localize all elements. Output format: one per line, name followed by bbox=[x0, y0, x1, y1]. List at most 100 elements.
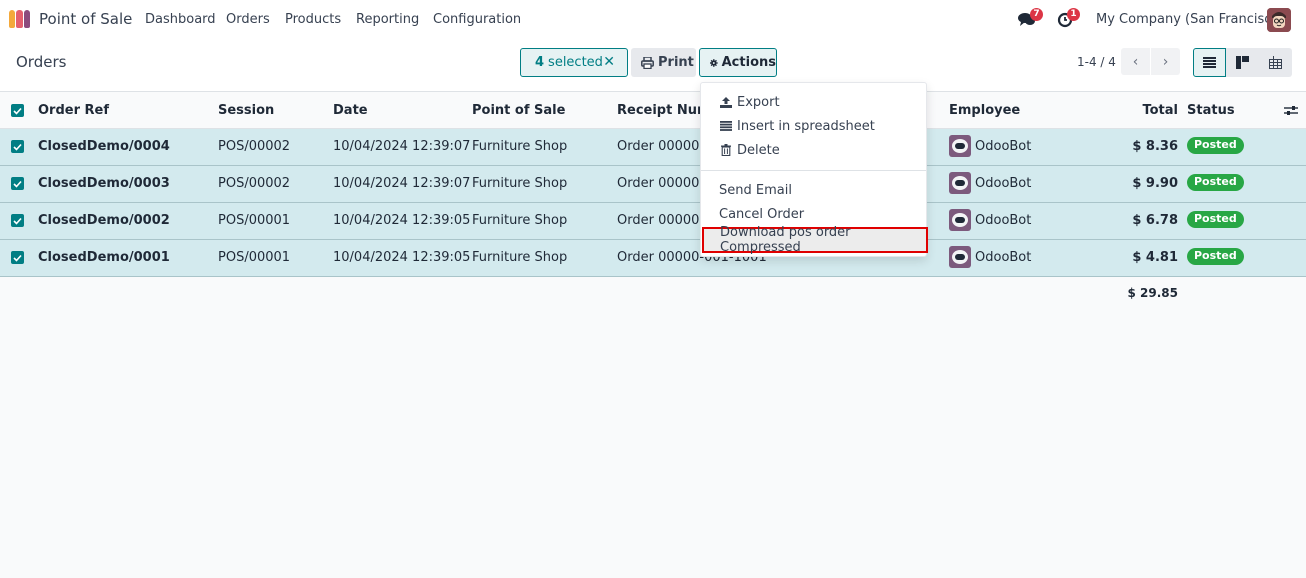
order-ref: ClosedDemo/0002 bbox=[38, 213, 170, 228]
robot-icon bbox=[952, 213, 968, 227]
menu-configuration[interactable]: Configuration bbox=[433, 12, 521, 27]
menu-item-cancel-order[interactable]: Cancel Order bbox=[701, 202, 926, 226]
total: $ 4.81 bbox=[1132, 250, 1178, 265]
chevron-left-icon: ‹ bbox=[1132, 53, 1139, 70]
table-footer: $ 29.85 bbox=[0, 277, 1306, 309]
menu-item-insert-in-spreadsheet[interactable]: Insert in spreadsheet bbox=[701, 114, 926, 138]
receipt-number: Order 00000-0 bbox=[617, 176, 713, 191]
column-header-employee[interactable]: Employee bbox=[949, 103, 1020, 118]
optional-columns-toggle[interactable] bbox=[1284, 104, 1298, 121]
employee: OdooBot bbox=[975, 213, 1032, 228]
row-checkbox[interactable] bbox=[11, 140, 24, 153]
sliders-icon bbox=[1284, 106, 1298, 115]
order-ref: ClosedDemo/0003 bbox=[38, 176, 170, 191]
chevron-right-icon: › bbox=[1162, 53, 1169, 70]
row-checkbox[interactable] bbox=[11, 251, 24, 264]
session: POS/00001 bbox=[218, 250, 291, 265]
robot-icon bbox=[952, 250, 968, 264]
gear-icon bbox=[710, 58, 718, 67]
menu-item-export[interactable]: Export bbox=[701, 90, 926, 114]
menu-item-delete[interactable]: Delete bbox=[701, 138, 926, 162]
employee: OdooBot bbox=[975, 250, 1032, 265]
list-icon bbox=[719, 121, 733, 131]
activities-button[interactable]: 1 bbox=[1057, 8, 1080, 28]
print-button[interactable]: Print bbox=[631, 48, 696, 77]
clear-selection-icon[interactable]: ✕ bbox=[603, 54, 615, 70]
actions-button[interactable]: Actions bbox=[699, 48, 777, 77]
menu-orders[interactable]: Orders bbox=[226, 12, 270, 27]
menu-dashboard[interactable]: Dashboard bbox=[145, 12, 216, 27]
column-header-order-ref[interactable]: Order Ref bbox=[38, 103, 109, 118]
status-badge: Posted bbox=[1187, 174, 1244, 191]
employee-avatar bbox=[949, 135, 971, 157]
row-checkbox[interactable] bbox=[11, 177, 24, 190]
employee-avatar bbox=[949, 209, 971, 231]
employee: OdooBot bbox=[975, 139, 1032, 154]
menu-item-label: Cancel Order bbox=[719, 206, 805, 222]
messages-count-badge: 7 bbox=[1030, 8, 1043, 21]
user-avatar[interactable] bbox=[1267, 8, 1291, 32]
employee: OdooBot bbox=[975, 176, 1032, 191]
pos-app-logo-icon[interactable] bbox=[9, 10, 31, 28]
app-name[interactable]: Point of Sale bbox=[39, 10, 132, 28]
messages-button[interactable]: 7 bbox=[1018, 8, 1043, 28]
list-view-button[interactable] bbox=[1193, 48, 1226, 77]
status-badge: Posted bbox=[1187, 211, 1244, 228]
point-of-sale: Furniture Shop bbox=[472, 176, 568, 191]
select-all-checkbox[interactable] bbox=[11, 104, 24, 117]
status-badge: Posted bbox=[1187, 137, 1244, 154]
table-row[interactable]: ClosedDemo/0004 POS/00002 10/04/2024 12:… bbox=[0, 129, 1306, 166]
menu-item-label: Export bbox=[737, 94, 780, 110]
breadcrumb: Orders bbox=[16, 53, 67, 71]
robot-icon bbox=[952, 176, 968, 190]
menu-item-download-pos-order-compressed[interactable]: Download pos order Compressed bbox=[702, 225, 928, 255]
session: POS/00001 bbox=[218, 213, 291, 228]
check-icon bbox=[13, 143, 22, 151]
kanban-view-button[interactable] bbox=[1226, 48, 1259, 77]
company-switcher[interactable]: My Company (San Francisco) bbox=[1096, 12, 1284, 27]
robot-icon bbox=[952, 139, 968, 153]
pivot-view-button[interactable] bbox=[1259, 48, 1292, 77]
table-row[interactable]: ClosedDemo/0001 POS/00001 10/04/2024 12:… bbox=[0, 240, 1306, 277]
receipt-number: Order 00000-0 bbox=[617, 213, 713, 228]
list-icon bbox=[1203, 57, 1216, 68]
column-header-point-of-sale[interactable]: Point of Sale bbox=[472, 103, 565, 118]
selection-indicator[interactable]: 4 selected ✕ bbox=[520, 48, 628, 77]
pager-next-button[interactable]: › bbox=[1151, 48, 1180, 75]
pager-previous-button[interactable]: ‹ bbox=[1121, 48, 1150, 75]
column-header-status[interactable]: Status bbox=[1187, 103, 1235, 118]
column-header-total[interactable]: Total bbox=[1118, 103, 1178, 118]
session: POS/00002 bbox=[218, 139, 291, 154]
menu-item-send-email[interactable]: Send Email bbox=[701, 178, 926, 202]
pager-value[interactable]: 1-4 / 4 bbox=[1077, 55, 1116, 69]
total: $ 8.36 bbox=[1132, 139, 1178, 154]
point-of-sale: Furniture Shop bbox=[472, 213, 568, 228]
point-of-sale: Furniture Shop bbox=[472, 250, 568, 265]
row-checkbox[interactable] bbox=[11, 214, 24, 227]
status-badge: Posted bbox=[1187, 248, 1244, 265]
order-ref: ClosedDemo/0001 bbox=[38, 250, 170, 265]
actions-label: Actions bbox=[721, 55, 776, 70]
user-face-icon bbox=[1267, 8, 1291, 32]
date: 10/04/2024 12:39:05 bbox=[333, 213, 471, 228]
check-icon bbox=[13, 254, 22, 262]
menu-item-label: Delete bbox=[737, 142, 780, 158]
order-ref: ClosedDemo/0004 bbox=[38, 139, 170, 154]
table-row[interactable]: ClosedDemo/0002 POS/00001 10/04/2024 12:… bbox=[0, 203, 1306, 240]
orders-table: Order Ref Session Date Point of Sale Rec… bbox=[0, 93, 1306, 309]
check-icon bbox=[13, 107, 22, 115]
menu-item-label: Download pos order Compressed bbox=[720, 225, 851, 255]
column-header-session[interactable]: Session bbox=[218, 103, 274, 118]
session: POS/00002 bbox=[218, 176, 291, 191]
menu-products[interactable]: Products bbox=[285, 12, 341, 27]
column-header-date[interactable]: Date bbox=[333, 103, 368, 118]
table-row[interactable]: ClosedDemo/0003 POS/00002 10/04/2024 12:… bbox=[0, 166, 1306, 203]
table-grid-icon bbox=[1269, 56, 1282, 69]
kanban-icon bbox=[1236, 56, 1249, 69]
printer-icon bbox=[641, 56, 654, 69]
activities-count-badge: 1 bbox=[1067, 8, 1080, 21]
total: $ 6.78 bbox=[1132, 213, 1178, 228]
menu-reporting[interactable]: Reporting bbox=[356, 12, 419, 27]
upload-icon bbox=[719, 96, 733, 108]
grand-total: $ 29.85 bbox=[1127, 286, 1178, 300]
